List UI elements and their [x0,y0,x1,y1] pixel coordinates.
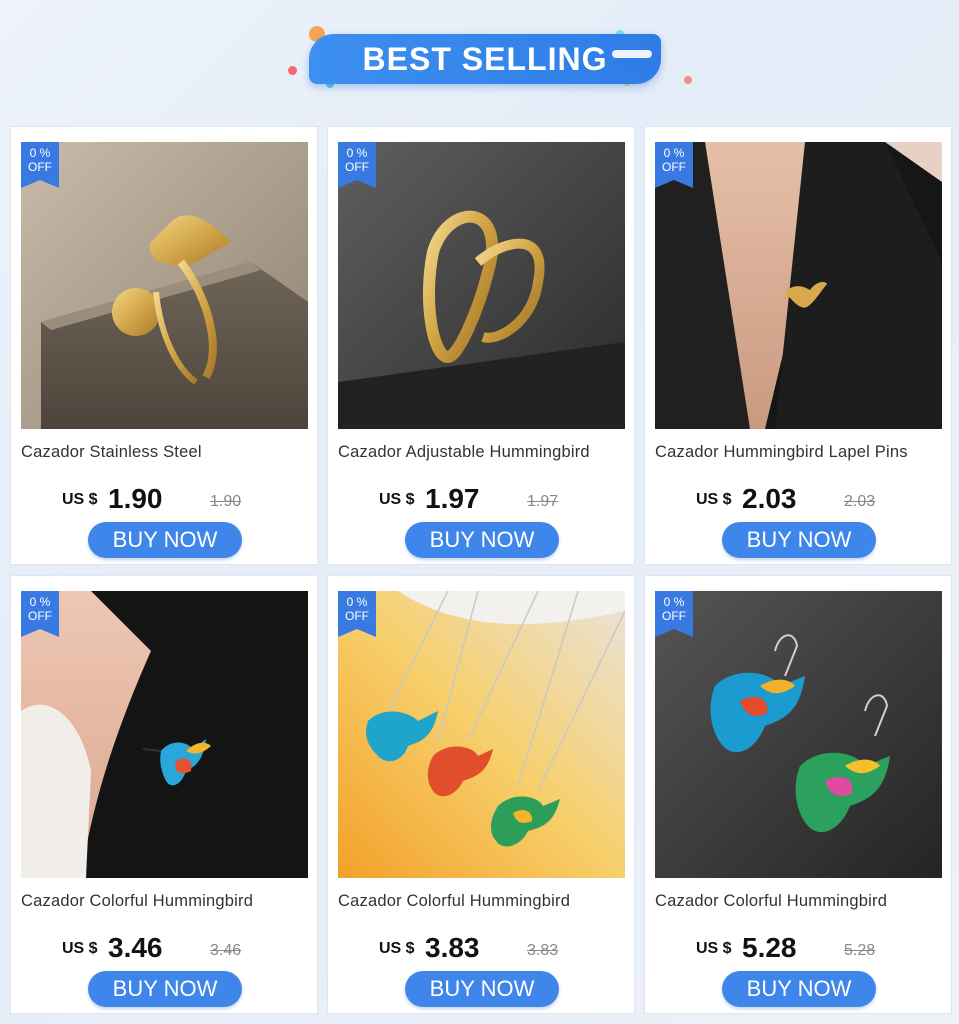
decor-dot [684,76,692,84]
discount-badge: 0 % OFF [655,591,693,637]
product-card[interactable]: 0 % OFF Cazador Hummingbird Lapel Pins U… [644,126,952,565]
discount-badge: 0 % OFF [21,591,59,637]
currency: US $ [379,491,415,508]
product-image[interactable] [21,142,308,429]
price: 3.46 [108,932,163,963]
product-card[interactable]: 0 % OFF Cazador Stainless Steel US $ 1.9… [10,126,318,565]
hummingbird-lapel-pin-icon [655,142,942,429]
price-row: US $ 1.97 1.97 [328,483,634,515]
buy-now-button[interactable]: BUY NOW [722,971,876,1007]
decor-dot [288,66,297,75]
badge-off: OFF [28,609,52,623]
price-row: US $ 3.46 3.46 [11,932,317,964]
price: 5.28 [742,932,797,963]
product-title[interactable]: Cazador Adjustable Hummingbird [338,443,630,462]
colorful-hummingbird-earrings-icon [655,591,942,878]
badge-percent: 0 % [346,595,368,609]
banner-title: BEST SELLING [362,40,608,77]
product-image[interactable] [21,591,308,878]
original-price: 3.83 [527,942,559,959]
product-title[interactable]: Cazador Hummingbird Lapel Pins [655,443,947,462]
decor-stripe [628,64,658,71]
badge-off: OFF [345,609,369,623]
original-price: 3.46 [210,942,242,959]
product-title[interactable]: Cazador Stainless Steel [21,443,313,462]
hummingbird-cutout-ring-icon [338,142,625,429]
product-card[interactable]: 0 % OFF Cazador Adjustable Hummingbird U… [327,126,635,565]
badge-percent: 0 % [346,146,368,160]
buy-now-button[interactable]: BUY NOW [722,522,876,558]
price: 1.90 [108,483,163,514]
buy-now-button[interactable]: BUY NOW [88,971,242,1007]
badge-percent: 0 % [29,146,51,160]
currency: US $ [62,491,98,508]
product-card[interactable]: 0 % OFF Cazador Colorful Hummingbird US … [644,575,952,1014]
discount-badge: 0 % OFF [338,591,376,637]
product-title[interactable]: Cazador Colorful Hummingbird [338,892,630,911]
decor-stripe [612,50,652,58]
price: 1.97 [425,483,480,514]
currency: US $ [696,940,732,957]
badge-off: OFF [662,609,686,623]
best-selling-banner: BEST SELLING [0,0,959,120]
currency: US $ [379,940,415,957]
product-title[interactable]: Cazador Colorful Hummingbird [21,892,313,911]
price-row: US $ 3.83 3.83 [328,932,634,964]
original-price: 1.97 [527,493,559,510]
hummingbird-flower-ring-icon [21,142,308,429]
discount-badge: 0 % OFF [655,142,693,188]
badge-percent: 0 % [663,146,685,160]
price-row: US $ 5.28 5.28 [645,932,951,964]
discount-badge: 0 % OFF [21,142,59,188]
price: 3.83 [425,932,480,963]
original-price: 1.90 [210,493,242,510]
product-image[interactable] [338,142,625,429]
badge-percent: 0 % [663,595,685,609]
currency: US $ [696,491,732,508]
product-image[interactable] [338,591,625,878]
colorful-hummingbird-brooch-icon [21,591,308,878]
original-price: 5.28 [844,942,876,959]
product-card[interactable]: 0 % OFF Cazador Colorful Hummingbird US … [10,575,318,1014]
product-card[interactable]: 0 % OFF Cazador Colorful Hummingbird US … [327,575,635,1014]
badge-off: OFF [662,160,686,174]
original-price: 2.03 [844,493,876,510]
currency: US $ [62,940,98,957]
price-row: US $ 2.03 2.03 [645,483,951,515]
colorful-hummingbird-necklaces-icon [338,591,625,878]
buy-now-button[interactable]: BUY NOW [405,971,559,1007]
price: 2.03 [742,483,797,514]
price-row: US $ 1.90 1.90 [11,483,317,515]
product-grid: 0 % OFF Cazador Stainless Steel US $ 1.9… [10,126,952,1016]
product-image[interactable] [655,591,942,878]
buy-now-button[interactable]: BUY NOW [405,522,559,558]
product-title[interactable]: Cazador Colorful Hummingbird [655,892,947,911]
badge-off: OFF [345,160,369,174]
banner-pill: BEST SELLING [309,34,661,84]
badge-percent: 0 % [29,595,51,609]
badge-off: OFF [28,160,52,174]
buy-now-button[interactable]: BUY NOW [88,522,242,558]
discount-badge: 0 % OFF [338,142,376,188]
product-image[interactable] [655,142,942,429]
